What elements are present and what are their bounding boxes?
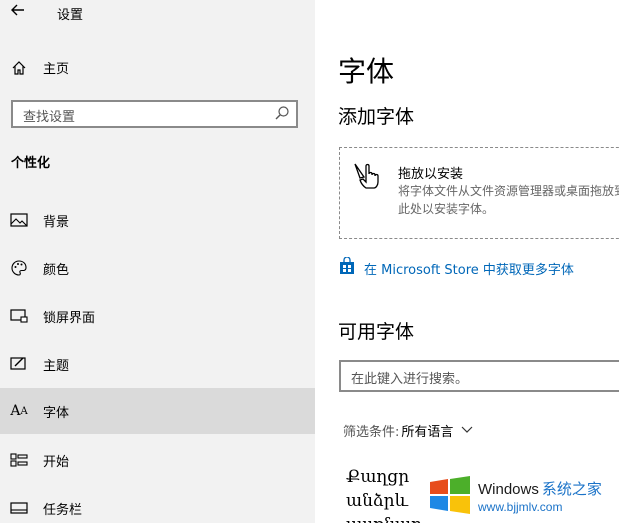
home-icon [10,59,28,77]
sidebar-item-label: 锁屏界面 [43,310,96,326]
palette-icon [10,259,28,277]
sidebar-item-label: 主题 [43,358,70,374]
image-icon [10,211,28,229]
sidebar-item-fonts[interactable]: AA 字体 [0,388,315,434]
sidebar-item-start[interactable]: 开始 [0,437,315,483]
taskbar-icon [10,499,28,517]
filter-label: 筛选条件: [343,425,400,440]
font-drop-zone[interactable]: 拖放以安装 将字体文件从文件资源管理器或桌面拖放到此处以安装字体。 [339,147,619,239]
search-icon[interactable] [274,105,290,125]
sidebar: 设置 主页 查找设置 个性化 背景 颜色 锁屏界面 主题 A A 字体 开始 任… [0,0,315,523]
home-nav-item[interactable]: 主页 [10,58,69,77]
main-content: 字体 添加字体 拖放以安装 将字体文件从文件资源管理器或桌面拖放到此处以安装字体… [315,0,619,523]
page-title: 字体 [338,55,395,88]
font-icon: AA [10,403,28,419]
sidebar-item-label: 颜色 [43,262,70,278]
sidebar-item-lock-screen[interactable]: 锁屏界面 [0,293,315,339]
window-title: 设置 [57,8,84,23]
sidebar-item-background[interactable]: 背景 [0,197,315,243]
store-link-label: 在 Microsoft Store 中获取更多字体 [364,262,574,278]
sidebar-item-label: 字体 [43,405,70,421]
font-preview-card[interactable]: Քաղցր անձրև սառնար [346,465,422,523]
watermark-line2: www.bjjmlv.com [478,500,563,514]
watermark-line1-suffix: 系统之家 [541,481,602,498]
settings-search-input[interactable]: 查找设置 [11,100,298,128]
add-fonts-heading: 添加字体 [338,106,415,128]
font-search-input[interactable]: 在此键入进行搜索。 [339,360,619,392]
drop-title: 拖放以安装 [398,167,464,182]
sidebar-item-label: 背景 [43,214,70,230]
start-icon [10,451,28,469]
sidebar-item-label: 任务栏 [43,502,83,518]
sidebar-item-colors[interactable]: 颜色 [0,245,315,291]
font-search-placeholder: 在此键入进行搜索。 [351,372,469,387]
font-preview-line: սառնար [346,513,422,523]
back-arrow-icon[interactable] [10,2,26,22]
sidebar-item-taskbar[interactable]: 任务栏 [0,485,315,531]
watermark-line1: Windows [478,481,539,498]
available-fonts-heading: 可用字体 [338,321,415,343]
theme-icon [10,355,28,373]
lock-screen-icon [10,307,28,325]
drop-description: 将字体文件从文件资源管理器或桌面拖放到此处以安装字体。 [398,184,619,216]
home-label: 主页 [43,62,70,77]
section-title: 个性化 [11,156,51,171]
store-link[interactable]: 在 Microsoft Store 中获取更多字体 [339,256,574,279]
sidebar-item-label: 开始 [43,454,70,470]
language-filter-dropdown[interactable]: 筛选条件: 所有语言 [343,421,473,440]
drag-hand-icon [352,160,386,196]
chevron-down-icon [461,423,473,438]
store-icon [339,256,355,279]
filter-value: 所有语言 [401,425,454,440]
font-preview-line: անձրև [346,491,409,511]
font-preview-line: Քաղցր [346,467,410,487]
watermark: Windows 系统之家 www.bjjmlv.com [428,474,602,518]
windows-logo-icon [428,474,472,518]
sidebar-item-themes[interactable]: 主题 [0,341,315,387]
settings-search-placeholder: 查找设置 [23,110,76,125]
